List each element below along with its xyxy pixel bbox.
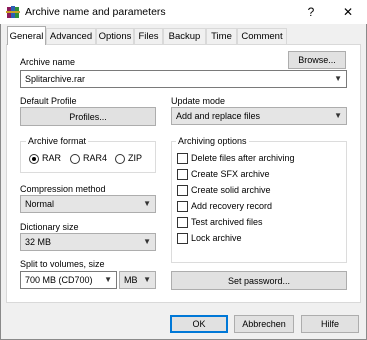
chevron-down-icon: ▼ xyxy=(143,237,151,246)
compression-method-label: Compression method xyxy=(20,184,106,194)
update-mode-select[interactable]: Add and replace files ▼ xyxy=(171,107,347,125)
radio-rar4[interactable] xyxy=(70,154,80,164)
help-title-button[interactable]: ? xyxy=(293,0,329,24)
set-password-button[interactable]: Set password... xyxy=(171,271,347,290)
chevron-down-icon[interactable]: ▼ xyxy=(104,275,112,284)
tab-files[interactable]: Files xyxy=(134,28,163,44)
radio-zip-label[interactable]: ZIP xyxy=(128,153,142,163)
archive-name-label: Archive name xyxy=(20,57,76,67)
radio-rar-label[interactable]: RAR xyxy=(42,153,61,163)
help-button[interactable]: Hilfe xyxy=(301,315,359,333)
checkbox-lock-archive-label[interactable]: Lock archive xyxy=(191,233,242,243)
tab-time[interactable]: Time xyxy=(206,28,237,44)
split-volumes-value: 700 MB (CD700) xyxy=(25,275,93,285)
tab-comment[interactable]: Comment xyxy=(237,28,287,44)
compression-method-value: Normal xyxy=(25,199,55,209)
archive-name-input[interactable]: Splitarchive.rar ▼ xyxy=(20,70,347,88)
checkbox-delete-files-label[interactable]: Delete files after archiving xyxy=(191,153,295,163)
checkbox-delete-files[interactable] xyxy=(177,153,188,164)
checkbox-create-solid-label[interactable]: Create solid archive xyxy=(191,185,271,195)
chevron-down-icon: ▼ xyxy=(143,275,151,284)
checkbox-recovery-record[interactable] xyxy=(177,201,188,212)
archive-format-label: Archive format xyxy=(26,136,89,146)
checkbox-test-files[interactable] xyxy=(177,217,188,228)
browse-button[interactable]: Browse... xyxy=(288,51,346,69)
checkbox-create-solid[interactable] xyxy=(177,185,188,196)
cancel-button[interactable]: Abbrechen xyxy=(234,315,294,333)
archive-name-value: Splitarchive.rar xyxy=(25,74,86,84)
tab-advanced[interactable]: Advanced xyxy=(46,28,96,44)
checkbox-lock-archive[interactable] xyxy=(177,233,188,244)
split-unit-value: MB xyxy=(124,275,138,285)
dictionary-size-select[interactable]: 32 MB ▼ xyxy=(20,233,156,251)
profiles-button[interactable]: Profiles... xyxy=(20,107,156,126)
checkbox-create-sfx-label[interactable]: Create SFX archive xyxy=(191,169,270,179)
update-mode-label: Update mode xyxy=(171,96,226,106)
update-mode-value: Add and replace files xyxy=(176,111,261,121)
title-bar: Archive name and parameters ? ✕ xyxy=(0,0,367,24)
archiving-options-label: Archiving options xyxy=(176,136,249,146)
dictionary-size-label: Dictionary size xyxy=(20,222,79,232)
winrar-books-icon xyxy=(6,5,20,19)
chevron-down-icon: ▼ xyxy=(334,111,342,120)
split-volumes-label: Split to volumes, size xyxy=(20,259,105,269)
chevron-down-icon: ▼ xyxy=(143,199,151,208)
close-button[interactable]: ✕ xyxy=(330,0,366,24)
checkbox-create-sfx[interactable] xyxy=(177,169,188,180)
compression-method-select[interactable]: Normal ▼ xyxy=(20,195,156,213)
dictionary-size-value: 32 MB xyxy=(25,237,52,247)
ok-button[interactable]: OK xyxy=(170,315,228,333)
radio-rar[interactable] xyxy=(29,154,39,164)
tab-general[interactable]: General xyxy=(7,26,46,45)
checkbox-recovery-record-label[interactable]: Add recovery record xyxy=(191,201,272,211)
tab-backup[interactable]: Backup xyxy=(163,28,206,44)
chevron-down-icon[interactable]: ▼ xyxy=(334,74,342,83)
checkbox-test-files-label[interactable]: Test archived files xyxy=(191,217,263,227)
split-unit-select[interactable]: MB ▼ xyxy=(119,271,156,289)
tab-options[interactable]: Options xyxy=(96,28,134,44)
split-volumes-input[interactable]: 700 MB (CD700) ▼ xyxy=(20,271,117,289)
radio-rar4-label[interactable]: RAR4 xyxy=(83,153,107,163)
default-profile-label: Default Profile xyxy=(20,96,77,106)
radio-zip[interactable] xyxy=(115,154,125,164)
window-title: Archive name and parameters xyxy=(25,6,166,18)
